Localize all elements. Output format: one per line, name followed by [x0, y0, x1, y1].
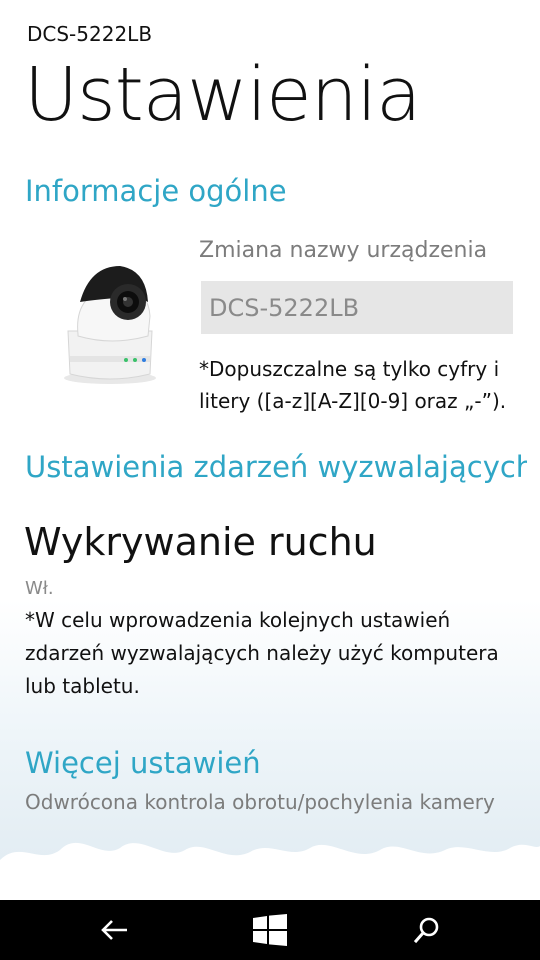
device-name: DCS-5222LB — [27, 22, 153, 46]
rename-label: Zmiana nazwy urządzenia — [199, 238, 488, 263]
start-button[interactable] — [240, 900, 300, 960]
invert-pan-tilt-item[interactable]: Odwrócona kontrola obrotu/pochylenia kam… — [25, 790, 527, 814]
search-button[interactable] — [397, 900, 457, 960]
back-arrow-icon — [101, 920, 127, 940]
section-events-title: Ustawienia zdarzeń wyzwalających — [25, 450, 527, 484]
motion-detection-status: Wł. — [25, 578, 54, 599]
motion-detection-title[interactable]: Wykrywanie ruchu — [24, 520, 377, 564]
windows-logo-icon — [253, 914, 287, 946]
motion-detection-note: *W celu wprowadzenia kolejnych ustawień … — [25, 608, 499, 698]
section-general-title: Informacje ogólne — [25, 174, 287, 208]
system-navbar — [0, 900, 540, 960]
search-icon — [413, 917, 439, 944]
rename-hint: *Dopuszczalne są tylko cyfry i litery ([… — [199, 357, 507, 413]
camera-image — [64, 266, 156, 384]
page-title: Ustawienia — [24, 52, 421, 138]
section-more-title: Więcej ustawień — [25, 746, 261, 780]
back-button[interactable] — [85, 900, 145, 960]
device-name-input[interactable] — [201, 281, 513, 334]
cloud-decoration — [0, 842, 540, 900]
